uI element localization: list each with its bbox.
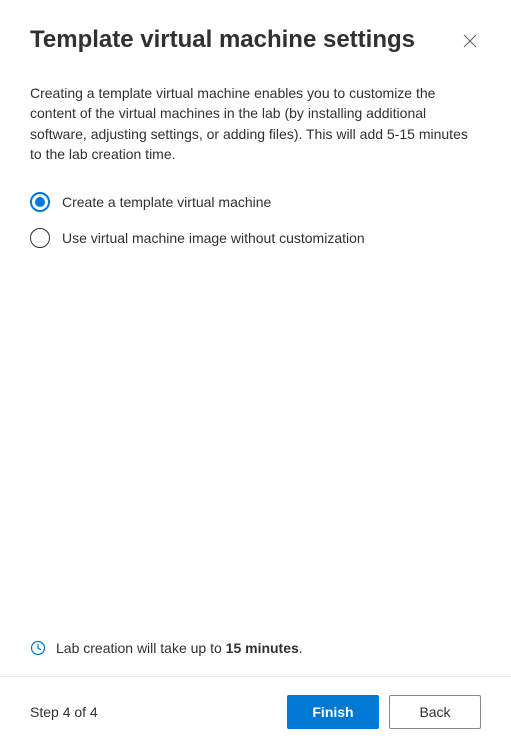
close-button[interactable] (459, 30, 481, 55)
close-icon (463, 34, 477, 48)
clock-icon (30, 640, 46, 656)
dialog-body: Creating a template virtual machine enab… (0, 69, 511, 676)
radio-indicator-unselected (30, 228, 50, 248)
info-suffix: . (299, 640, 303, 656)
dialog-header: Template virtual machine settings (0, 0, 511, 69)
finish-button[interactable]: Finish (287, 695, 379, 729)
back-button[interactable]: Back (389, 695, 481, 729)
footer-buttons: Finish Back (287, 695, 481, 729)
radio-no-customization[interactable]: Use virtual machine image without custom… (30, 228, 481, 248)
dialog-footer: Step 4 of 4 Finish Back (0, 676, 511, 747)
dialog-title: Template virtual machine settings (30, 26, 415, 54)
radio-label-no-custom: Use virtual machine image without custom… (62, 230, 365, 246)
info-text: Lab creation will take up to 15 minutes. (56, 640, 303, 656)
template-option-group: Create a template virtual machine Use vi… (30, 192, 481, 248)
info-bar: Lab creation will take up to 15 minutes. (30, 640, 481, 676)
radio-create-template[interactable]: Create a template virtual machine (30, 192, 481, 212)
radio-indicator-selected (30, 192, 50, 212)
step-indicator: Step 4 of 4 (30, 704, 98, 720)
info-duration: 15 minutes (226, 640, 299, 656)
description-text: Creating a template virtual machine enab… (30, 83, 481, 164)
info-prefix: Lab creation will take up to (56, 640, 226, 656)
radio-label-create: Create a template virtual machine (62, 194, 271, 210)
